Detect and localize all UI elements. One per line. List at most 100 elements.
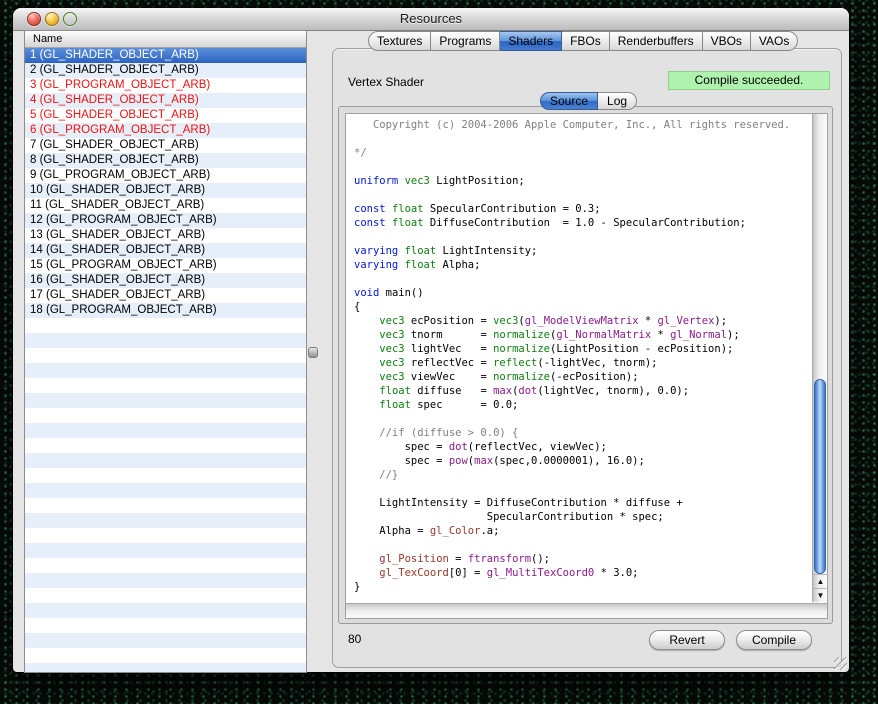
list-item[interactable]: 15 (GL_PROGRAM_OBJECT_ARB) xyxy=(25,258,306,273)
list-filler-row xyxy=(25,648,306,663)
tab-source[interactable]: Source xyxy=(540,92,598,110)
editor-scroll-view: Copyright (c) 2004-2006 Apple Computer, … xyxy=(345,113,828,619)
code-line xyxy=(354,160,810,174)
list-item[interactable]: 7 (GL_SHADER_OBJECT_ARB) xyxy=(25,138,306,153)
code-line: gl_Position = ftransform(); xyxy=(354,552,810,566)
tab-shaders[interactable]: Shaders xyxy=(500,31,562,51)
code-line xyxy=(354,188,810,202)
tab-programs[interactable]: Programs xyxy=(431,31,500,51)
code-line xyxy=(354,230,810,244)
list-item[interactable]: 17 (GL_SHADER_OBJECT_ARB) xyxy=(25,288,306,303)
list-filler-row xyxy=(25,363,306,378)
window-titlebar[interactable]: Resources xyxy=(13,8,849,31)
code-line: uniform vec3 LightPosition; xyxy=(354,174,810,188)
code-line xyxy=(354,412,810,426)
code-line: varying float Alpha; xyxy=(354,258,810,272)
code-line: //} xyxy=(354,468,810,482)
list-item[interactable]: 10 (GL_SHADER_OBJECT_ARB) xyxy=(25,183,306,198)
list-filler-row xyxy=(25,318,306,333)
tab-renderbuffers[interactable]: Renderbuffers xyxy=(610,31,703,51)
shader-type-label: Vertex Shader xyxy=(348,75,424,89)
list-filler-row xyxy=(25,603,306,618)
list-filler-row xyxy=(25,513,306,528)
tab-textures[interactable]: Textures xyxy=(368,31,431,51)
code-line: float diffuse = max(dot(lightVec, tnorm)… xyxy=(354,384,810,398)
resources-window: Resources Name 1 (GL_SHADER_OBJECT_ARB)2… xyxy=(13,8,849,672)
list-filler-row xyxy=(25,633,306,648)
code-line: */ xyxy=(354,146,810,160)
list-filler-row xyxy=(25,408,306,423)
list-item[interactable]: 11 (GL_SHADER_OBJECT_ARB) xyxy=(25,198,306,213)
window-title: Resources xyxy=(13,11,849,26)
compile-button[interactable]: Compile xyxy=(736,630,812,650)
code-line xyxy=(354,272,810,286)
code-line: const float SpecularContribution = 0.3; xyxy=(354,202,810,216)
tab-vbos[interactable]: VBOs xyxy=(703,31,751,51)
list-item[interactable]: 14 (GL_SHADER_OBJECT_ARB) xyxy=(25,243,306,258)
code-line xyxy=(354,538,810,552)
code-line: LightIntensity = DiffuseContribution * d… xyxy=(354,496,810,510)
list-filler-row xyxy=(25,393,306,408)
list-item[interactable]: 18 (GL_PROGRAM_OBJECT_ARB) xyxy=(25,303,306,318)
list-item[interactable]: 9 (GL_PROGRAM_OBJECT_ARB) xyxy=(25,168,306,183)
editor-container: Copyright (c) 2004-2006 Apple Computer, … xyxy=(338,106,833,624)
code-line: vec3 tnorm = normalize(gl_NormalMatrix *… xyxy=(354,328,810,342)
vertical-scrollbar-thumb[interactable] xyxy=(814,379,826,574)
resource-list: Name 1 (GL_SHADER_OBJECT_ARB)2 (GL_SHADE… xyxy=(24,30,307,673)
name-column-label: Name xyxy=(33,33,62,45)
list-filler-row xyxy=(25,528,306,543)
code-line: vec3 viewVec = normalize(-ecPosition); xyxy=(354,370,810,384)
code-line: vec3 reflectVec = reflect(-lightVec, tno… xyxy=(354,356,810,370)
list-item[interactable]: 4 (GL_SHADER_OBJECT_ARB) xyxy=(25,93,306,108)
list-item[interactable]: 1 (GL_SHADER_OBJECT_ARB) xyxy=(25,48,306,63)
code-line: spec = pow(max(spec,0.0000001), 16.0); xyxy=(354,454,810,468)
source-log-tabs: Source Log xyxy=(540,92,637,110)
scroll-up-icon[interactable]: ▲ xyxy=(813,574,828,589)
code-line: SpecularContribution * spec; xyxy=(354,510,810,524)
list-item[interactable]: 2 (GL_SHADER_OBJECT_ARB) xyxy=(25,63,306,78)
code-line: vec3 lightVec = normalize(LightPosition … xyxy=(354,342,810,356)
tab-fbos[interactable]: FBOs xyxy=(562,31,610,51)
code-line: Copyright (c) 2004-2006 Apple Computer, … xyxy=(354,118,810,132)
vertical-scrollbar[interactable]: ▲ ▼ xyxy=(812,114,827,602)
code-line: Alpha = gl_Color.a; xyxy=(354,524,810,538)
list-filler-row xyxy=(25,468,306,483)
resource-list-body: 1 (GL_SHADER_OBJECT_ARB)2 (GL_SHADER_OBJ… xyxy=(25,48,306,673)
list-filler-row xyxy=(25,558,306,573)
tab-log[interactable]: Log xyxy=(598,92,637,110)
list-item[interactable]: 13 (GL_SHADER_OBJECT_ARB) xyxy=(25,228,306,243)
list-filler-row xyxy=(25,333,306,348)
splitter-handle[interactable] xyxy=(308,347,318,358)
code-line: varying float LightIntensity; xyxy=(354,244,810,258)
list-filler-row xyxy=(25,438,306,453)
list-item[interactable]: 12 (GL_PROGRAM_OBJECT_ARB) xyxy=(25,213,306,228)
tab-vaos[interactable]: VAOs xyxy=(751,31,798,51)
list-filler-row xyxy=(25,498,306,513)
code-line: //if (diffuse > 0.0) { xyxy=(354,426,810,440)
code-line xyxy=(354,482,810,496)
code-line: gl_TexCoord[0] = gl_MultiTexCoord0 * 3.0… xyxy=(354,566,810,580)
horizontal-scrollbar[interactable] xyxy=(346,603,827,618)
code-line xyxy=(354,132,810,146)
code-line: } xyxy=(354,580,810,594)
name-column-header[interactable]: Name xyxy=(25,31,306,48)
code-line: vec3 ecPosition = vec3(gl_ModelViewMatri… xyxy=(354,314,810,328)
list-item[interactable]: 5 (GL_SHADER_OBJECT_ARB) xyxy=(25,108,306,123)
list-filler-row xyxy=(25,663,306,673)
code-line: spec = dot(reflectVec, viewVec); xyxy=(354,440,810,454)
list-item[interactable]: 3 (GL_PROGRAM_OBJECT_ARB) xyxy=(25,78,306,93)
revert-button[interactable]: Revert xyxy=(649,630,725,650)
list-item[interactable]: 16 (GL_SHADER_OBJECT_ARB) xyxy=(25,273,306,288)
list-item[interactable]: 8 (GL_SHADER_OBJECT_ARB) xyxy=(25,153,306,168)
list-filler-row xyxy=(25,543,306,558)
list-filler-row xyxy=(25,423,306,438)
compile-status-badge: Compile succeeded. xyxy=(668,71,830,90)
code-line: { xyxy=(354,300,810,314)
code-line: const float DiffuseContribution = 1.0 - … xyxy=(354,216,810,230)
scroll-down-icon[interactable]: ▼ xyxy=(813,588,828,603)
list-filler-row xyxy=(25,348,306,363)
list-item[interactable]: 6 (GL_PROGRAM_OBJECT_ARB) xyxy=(25,123,306,138)
resize-grip[interactable] xyxy=(834,657,847,670)
shader-source-editor[interactable]: Copyright (c) 2004-2006 Apple Computer, … xyxy=(346,114,810,602)
code-line: float spec = 0.0; xyxy=(354,398,810,412)
